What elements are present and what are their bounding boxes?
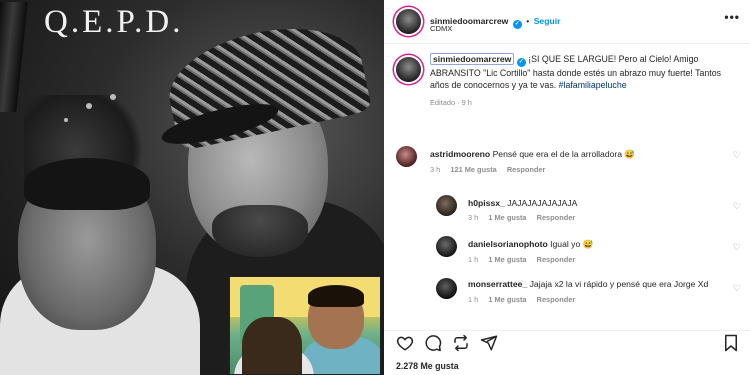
comment-meta: 3 h 1 Me gusta Responder — [468, 213, 718, 222]
qepd-text: Q.E.P.D. — [44, 4, 184, 40]
comment-avatar[interactable] — [436, 278, 457, 299]
comment-likes[interactable]: 1 Me gusta — [488, 255, 526, 264]
comment-item: h0pissx_ JAJAJAJAJAJAJA 3 h 1 Me gusta R… — [468, 198, 718, 222]
verified-icon: ✓ — [512, 20, 522, 29]
comment-text: Pensé que era el de la arrolladora 😅 — [492, 149, 636, 159]
comment-time: 3 h — [430, 165, 441, 174]
comment-like-heart-icon[interactable]: ♡ — [733, 283, 741, 294]
likes-count[interactable]: 2.278 Me gusta — [396, 361, 459, 371]
comment-username[interactable]: astridmooreno — [430, 149, 490, 159]
street-light — [110, 94, 116, 100]
separator-dot: • — [526, 16, 530, 26]
caption: sinmiedoomarcrew ✓ ¡SI QUE SE LARGUE! Pe… — [430, 53, 742, 109]
comment-time: 3 h — [468, 213, 479, 222]
comment-username[interactable]: h0pissx_ — [468, 198, 505, 208]
reply-button[interactable]: Responder — [537, 213, 576, 222]
man-left-hair — [24, 158, 150, 210]
comment-item: monserrattee_ Jajaja x2 la vi rápido y p… — [468, 278, 718, 306]
comment-like-heart-icon[interactable]: ♡ — [733, 242, 741, 253]
comment-item: danielsorianophoto Igual yo 😅 1 h 1 Me g… — [468, 239, 718, 264]
street-light — [64, 118, 68, 122]
repost-icon[interactable] — [452, 334, 470, 352]
comment-likes[interactable]: 1 Me gusta — [488, 295, 526, 304]
location-label[interactable]: CDMX — [430, 24, 452, 33]
comment-meta: 1 h 1 Me gusta Responder — [468, 255, 718, 264]
comment-text: Igual yo 😅 — [550, 239, 594, 249]
post-header: sinmiedoomarcrew ✓ • Seguir CDMX ••• — [384, 0, 750, 44]
inset-person-right-hair — [308, 285, 364, 307]
reply-button[interactable]: Responder — [507, 165, 546, 174]
man-right-beard — [212, 205, 308, 257]
comment-item: astridmooreno Pensé que era el de la arr… — [430, 149, 720, 174]
follow-button[interactable]: Seguir — [534, 16, 561, 26]
street-light — [86, 103, 92, 109]
inset-person-left-face — [242, 317, 302, 374]
bookmark-icon[interactable] — [722, 334, 740, 352]
edited-label: Editado · 9 h — [430, 98, 472, 107]
comment-like-heart-icon[interactable]: ♡ — [733, 150, 741, 161]
comment-meta: 3 h 121 Me gusta Responder — [430, 165, 720, 174]
comment-username[interactable]: danielsorianophoto — [468, 239, 548, 249]
comment-time: 1 h — [468, 255, 479, 264]
comment-likes[interactable]: 1 Me gusta — [488, 213, 526, 222]
comment-avatar[interactable] — [436, 236, 457, 257]
caption-avatar[interactable] — [396, 57, 421, 82]
comment-text: JAJAJAJAJAJAJA — [507, 198, 578, 208]
more-options-icon[interactable]: ••• — [724, 10, 740, 24]
hashtag-link[interactable]: #lafamiliapeluche — [559, 80, 627, 90]
reply-button[interactable]: Responder — [537, 255, 576, 264]
heart-icon[interactable] — [396, 334, 414, 352]
comment-icon[interactable] — [424, 334, 442, 352]
comment-time: 1 h — [468, 295, 479, 304]
author-avatar[interactable] — [396, 9, 421, 34]
comment-likes[interactable]: 121 Me gusta — [450, 165, 496, 174]
verified-icon: ✓ — [516, 58, 526, 67]
inset-tv-still — [229, 276, 381, 375]
post-panel: sinmiedoomarcrew ✓ • Seguir CDMX ••• sin… — [384, 0, 750, 375]
comment-avatar[interactable] — [436, 195, 457, 216]
caption-username[interactable]: sinmiedoomarcrew — [430, 53, 515, 65]
action-bar — [384, 330, 750, 354]
reply-button[interactable]: Responder — [537, 295, 576, 304]
comment-text: Jajaja x2 la vi rápido y pensé que era J… — [529, 279, 709, 289]
post-image[interactable]: Q.E.P.D. — [0, 0, 384, 375]
comment-meta: 1 h 1 Me gusta Responder — [468, 294, 718, 306]
send-icon[interactable] — [480, 334, 498, 352]
comment-avatar[interactable] — [396, 146, 417, 167]
comment-username[interactable]: monserrattee_ — [468, 279, 527, 289]
comment-like-heart-icon[interactable]: ♡ — [733, 201, 741, 212]
